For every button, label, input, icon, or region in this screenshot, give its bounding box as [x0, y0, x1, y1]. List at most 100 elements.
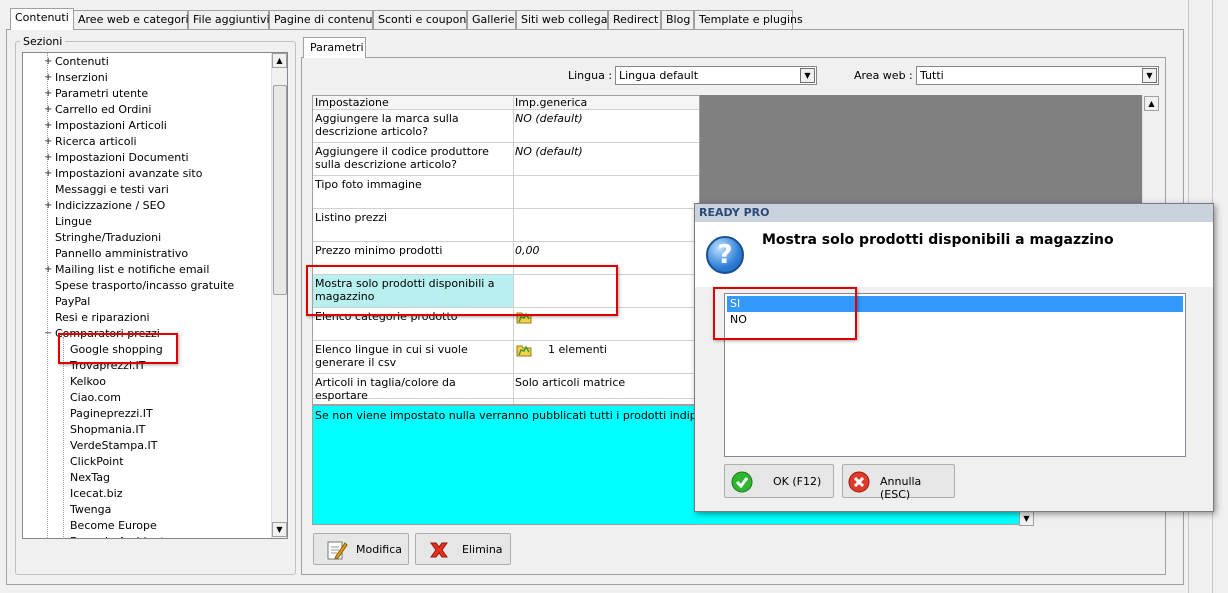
expand-icon[interactable]: + [44, 151, 52, 165]
setting-value[interactable]: 0,00 [515, 244, 540, 257]
tree-subitem[interactable]: Pagineprezzi.IT [70, 406, 153, 422]
highlight-si-no [713, 287, 857, 340]
area-web-select[interactable]: Tutti ▼ [916, 66, 1159, 85]
tree-item[interactable]: Carrello ed Ordini [55, 102, 151, 118]
tree-subitem[interactable]: Twenga [70, 502, 111, 518]
tree-item[interactable]: Messaggi e testi vari [55, 182, 169, 198]
lingua-select[interactable]: Lingua default ▼ [615, 66, 817, 85]
tree-subitem[interactable]: ClickPoint [70, 454, 124, 470]
modifica-label: Modifica [356, 543, 402, 556]
setting-name: Aggiungere la marca sulla descrizione ar… [315, 112, 459, 138]
tab-blog[interactable]: Blog [661, 10, 694, 29]
tab-aree-web[interactable]: Aree web e categorie [73, 10, 195, 29]
annulla-label: Annulla (ESC) [880, 475, 922, 501]
collapse-icon[interactable]: − [44, 327, 52, 341]
setting-value[interactable]: NO (default) [515, 145, 583, 158]
setting-name: Listino prezzi [315, 211, 388, 224]
tree-scrollbar[interactable]: ▲ ▼ [271, 53, 287, 538]
tree-item[interactable]: Pannello amministrativo [55, 246, 188, 262]
chevron-down-icon[interactable]: ▼ [1142, 68, 1157, 83]
expand-icon[interactable]: + [44, 167, 52, 181]
ready-pro-dialog: READY PRO ? Mostra solo prodotti disponi… [694, 203, 1214, 512]
dialog-header: ? Mostra solo prodotti disponibili a mag… [695, 222, 1213, 287]
tree-item[interactable]: Impostazioni Articoli [55, 118, 167, 134]
tree-subitem[interactable]: Bengala Ambiente [70, 534, 171, 538]
expand-icon[interactable]: + [44, 103, 52, 117]
expand-icon[interactable]: + [44, 119, 52, 133]
area-web-value: Tutti [920, 69, 944, 82]
setting-value[interactable]: Solo articoli matrice [515, 376, 625, 389]
tab-gallerie[interactable]: Gallerie [467, 10, 516, 29]
lingua-value: Lingua default [619, 69, 699, 82]
tree-item[interactable]: Inserzioni [55, 70, 108, 86]
setting-value[interactable]: 1 elementi [548, 343, 607, 356]
tree-line-sub [63, 337, 65, 537]
tab-template-plugins[interactable]: Template e plugins [694, 10, 803, 29]
tab-file-aggiuntivi[interactable]: File aggiuntivi [188, 10, 270, 29]
tree-item[interactable]: Spese trasporto/incasso gratuite [55, 278, 234, 294]
tab-contenuti[interactable]: Contenuti [10, 8, 74, 30]
header-impostazione: Impostazione [315, 96, 389, 109]
area-web-label: Area web : [854, 69, 913, 82]
tree-item[interactable]: Parametri utente [55, 86, 148, 102]
annulla-button[interactable]: Annulla (ESC) [842, 464, 955, 501]
setting-name: Tipo foto immagine [315, 178, 422, 191]
ok-button[interactable]: OK (F12) [724, 464, 834, 498]
tab-parametri[interactable]: Parametri [303, 37, 366, 58]
tab-redirect[interactable]: Redirect [608, 10, 661, 29]
question-icon: ? [706, 236, 744, 274]
tree-item[interactable]: Impostazioni Documenti [55, 150, 189, 166]
tree-subitem[interactable]: Shopmania.IT [70, 422, 145, 438]
expand-icon[interactable]: + [44, 87, 52, 101]
modifica-button[interactable]: Modifica [313, 533, 409, 565]
setting-value[interactable]: NO (default) [515, 112, 583, 125]
scroll-down-arrow-icon[interactable]: ▼ [272, 522, 287, 537]
tree-item[interactable]: Lingue [55, 214, 92, 230]
highlight-mostra-solo [306, 265, 618, 316]
expand-icon[interactable]: + [44, 199, 52, 213]
expand-icon[interactable]: + [44, 263, 52, 277]
main-tabbar: Contenuti Aree web e categorie File aggi… [6, 8, 1186, 30]
tree-subitem[interactable]: Kelkoo [70, 374, 106, 390]
grid-row[interactable]: Aggiungere la marca sulla descrizione ar… [313, 110, 699, 143]
setting-name: Aggiungere il codice produttore sulla de… [315, 145, 489, 171]
grid-row[interactable]: Tipo foto immagine [313, 176, 699, 209]
expand-icon[interactable]: + [44, 71, 52, 85]
tree-item[interactable]: Indicizzazione / SEO [55, 198, 165, 214]
grid-row[interactable]: Elenco lingue in cui si vuole generare i… [313, 341, 699, 374]
scroll-up-arrow-icon[interactable]: ▲ [272, 53, 287, 68]
tree-item[interactable]: Contenuti [55, 54, 109, 70]
sezioni-tree[interactable]: Contenuti + Inserzioni + Parametri utente + Ca… [22, 52, 288, 539]
tree-subitem[interactable]: VerdeStampa.IT [70, 438, 157, 454]
settings-grid[interactable]: Impostazione Imp.generica Aggiungere la … [312, 95, 700, 405]
highlight-google-shopping [58, 333, 178, 364]
grid-row[interactable]: Aggiungere il codice produttore sulla de… [313, 143, 699, 176]
tree-subitem[interactable]: Ciao.com [70, 390, 121, 406]
scroll-up-arrow-icon[interactable]: ▲ [1144, 96, 1159, 111]
tab-sconti-coupon[interactable]: Sconti e coupon [373, 10, 467, 29]
tree-item[interactable]: Mailing list e notifiche email [55, 262, 209, 278]
tree-item[interactable]: Impostazioni avanzate sito [55, 166, 202, 182]
expand-icon[interactable]: + [44, 55, 52, 69]
scroll-thumb[interactable] [273, 85, 287, 295]
sezioni-label: Sezioni [20, 35, 66, 48]
tree-subitem[interactable]: Become Europe [70, 518, 157, 534]
ok-label: OK (F12) [773, 475, 822, 488]
tab-pagine-contenuti[interactable]: Pagine di contenuti [269, 10, 380, 29]
chevron-down-icon[interactable]: ▼ [800, 68, 815, 83]
tree-subitem[interactable]: Icecat.biz [70, 486, 122, 502]
elimina-button[interactable]: Elimina [415, 533, 511, 565]
tree-subitem[interactable]: NexTag [70, 470, 110, 486]
grid-row[interactable]: Articoli in taglia/colore da esportare So… [313, 374, 699, 402]
grid-header: Impostazione Imp.generica [313, 96, 699, 110]
tab-siti-collegati[interactable]: Siti web collegati [516, 10, 615, 29]
grid-row[interactable]: Listino prezzi [313, 209, 699, 242]
tree-item[interactable]: Stringhe/Traduzioni [55, 230, 161, 246]
setting-name: Elenco lingue in cui si vuole generare i… [315, 343, 468, 369]
chevron-down-icon[interactable]: ▼ [1019, 511, 1034, 526]
tree-item[interactable]: Ricerca articoli [55, 134, 137, 150]
expand-icon[interactable]: + [44, 135, 52, 149]
tree-item[interactable]: PayPal [55, 294, 90, 310]
folder-icon[interactable] [516, 343, 532, 357]
tree-item[interactable]: Resi e riparazioni [55, 310, 150, 326]
